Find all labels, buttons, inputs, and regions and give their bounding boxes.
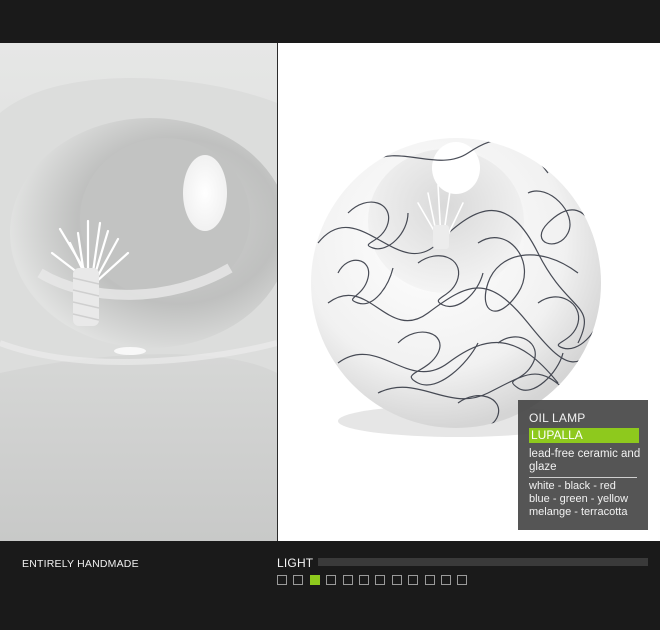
image-pager (277, 575, 468, 585)
colors-line: melange - terracotta (529, 506, 628, 518)
pager-dot[interactable] (342, 575, 353, 585)
info-divider (529, 477, 637, 478)
colors-line: blue - green - yellow (529, 493, 629, 505)
product-colors: white - black - red blue - green - yello… (529, 480, 647, 519)
pager-dot[interactable] (424, 575, 435, 585)
product-material: lead-free ceramic and glaze (529, 448, 641, 473)
closeup-photo (0, 43, 277, 541)
top-bar (0, 0, 660, 43)
pager-dot[interactable] (358, 575, 369, 585)
product-category-label: OIL LAMP (529, 411, 586, 425)
product-info-panel: OIL LAMP LUPALLA lead-free ceramic and g… (518, 400, 648, 530)
pager-dot[interactable] (440, 575, 451, 585)
footer: ENTIRELY HANDMADE LIGHT (0, 541, 660, 630)
pager-dot[interactable] (408, 575, 419, 585)
section-title: LIGHT (277, 556, 314, 570)
pager-dot[interactable] (309, 575, 320, 585)
pager-dot[interactable] (391, 575, 402, 585)
pager-dot[interactable] (293, 575, 304, 585)
tagline: ENTIRELY HANDMADE (22, 558, 139, 570)
pager-dot[interactable] (375, 575, 386, 585)
pager-dot[interactable] (457, 575, 468, 585)
colors-line: white - black - red (529, 480, 616, 492)
pager-dot[interactable] (277, 575, 287, 585)
pager-dot[interactable] (326, 575, 337, 585)
product-name: LUPALLA (529, 428, 639, 443)
progress-bar (318, 558, 648, 566)
